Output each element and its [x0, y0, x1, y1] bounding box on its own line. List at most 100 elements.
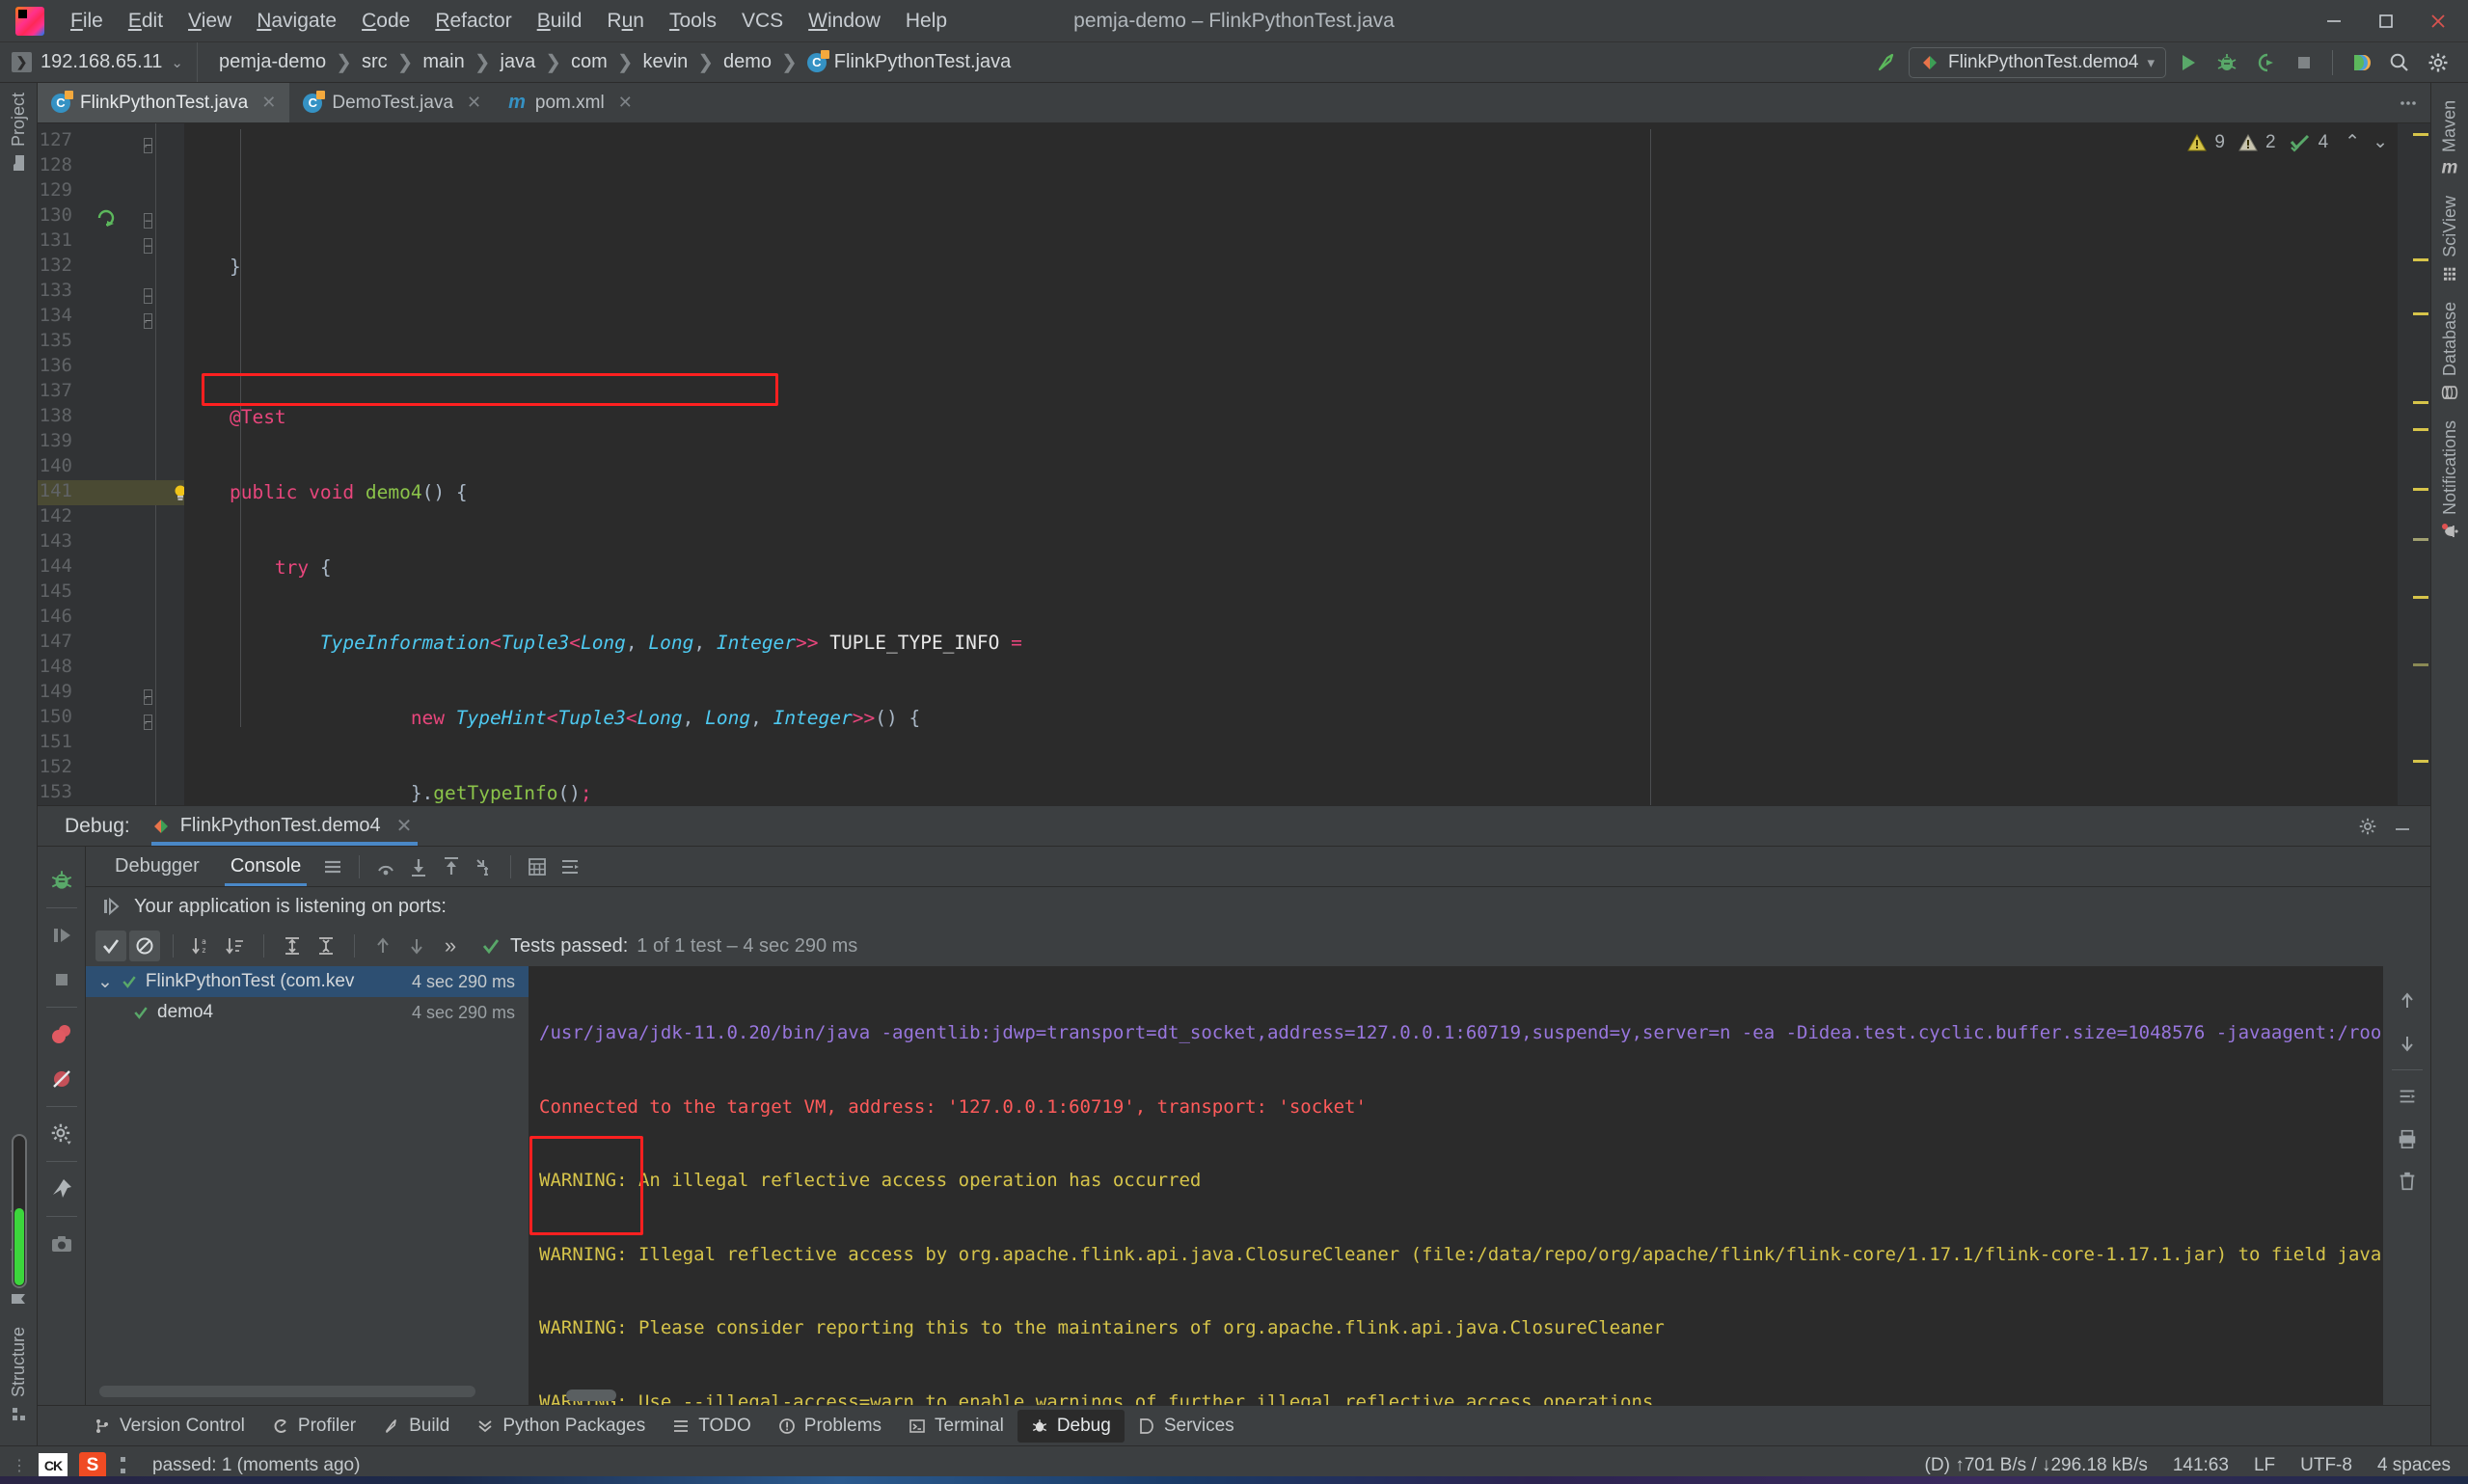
run-test-gutter-icon[interactable] — [95, 206, 117, 228]
minimize-button[interactable] — [2308, 0, 2360, 42]
close-icon[interactable]: ✕ — [618, 93, 633, 113]
run-button[interactable] — [2172, 46, 2205, 79]
tool-window-debug[interactable]: Debug — [1017, 1409, 1125, 1443]
expand-all-icon[interactable] — [277, 931, 308, 961]
close-icon[interactable]: ✕ — [261, 93, 276, 113]
debug-settings-icon[interactable] — [41, 1112, 82, 1156]
minimize-panel-button[interactable] — [2392, 816, 2413, 837]
close-icon[interactable]: ✕ — [467, 93, 481, 113]
close-icon[interactable]: ✕ — [396, 814, 413, 838]
previous-test-icon[interactable] — [367, 931, 398, 961]
sort-by-duration-icon[interactable] — [220, 931, 251, 961]
pin-tab-icon[interactable] — [41, 1167, 82, 1211]
chevron-down-icon[interactable]: ⌄ — [97, 971, 113, 993]
settings-button[interactable] — [2422, 46, 2454, 79]
scroll-up-icon[interactable] — [2388, 980, 2427, 1022]
tool-window-python-packages[interactable]: Python Packages — [463, 1410, 659, 1443]
tool-window-todo[interactable]: TODO — [659, 1410, 765, 1443]
inspections-widget[interactable]: 9 2 4 ⌃ ⌄ — [2186, 131, 2388, 153]
resume-program-icon[interactable] — [41, 913, 82, 958]
previous-problem-button[interactable]: ⌃ — [2345, 131, 2360, 153]
scrollbar[interactable] — [566, 1390, 616, 1401]
menu-vcs[interactable]: VCS — [729, 6, 796, 36]
menu-help[interactable]: Help — [893, 6, 960, 36]
table-row[interactable]: ⌄ FlinkPythonTest (com.kev 4 sec 290 ms — [86, 966, 529, 997]
editor-gutter[interactable]: 127 ⌐ 128 129 130 − 131− 132 133− 134 ⌐ 13… — [38, 123, 186, 805]
maximize-button[interactable] — [2360, 0, 2412, 42]
step-over-icon[interactable] — [369, 850, 402, 883]
run-to-cursor-icon[interactable] — [468, 850, 501, 883]
stop-button[interactable] — [2288, 46, 2320, 79]
line-separator[interactable]: LF — [2254, 1455, 2275, 1476]
file-encoding[interactable]: UTF-8 — [2300, 1455, 2352, 1476]
code-editor[interactable]: 127 ⌐ 128 129 130 − 131− 132 133− 134 ⌐ 13… — [38, 123, 2430, 805]
menu-bar[interactable]: File Edit View Navigate Code Refactor Bu… — [58, 6, 960, 36]
mute-breakpoints-icon[interactable] — [41, 1057, 82, 1101]
sidebar-item-maven[interactable]: m Maven — [2439, 91, 2460, 186]
sidebar-item-structure[interactable]: Structure — [9, 1317, 29, 1432]
menu-window[interactable]: Window — [796, 6, 893, 36]
step-out-icon[interactable] — [435, 850, 468, 883]
clear-all-icon[interactable] — [2388, 1160, 2427, 1202]
breadcrumb-item-7[interactable]: FlinkPythonTest.java — [801, 48, 1017, 76]
editor-tab-demotest[interactable]: DemoTest.java ✕ — [289, 83, 495, 122]
debugger-bug-icon[interactable] — [41, 858, 82, 903]
menu-refactor[interactable]: Refactor — [422, 6, 524, 36]
editor-tab-pomxml[interactable]: m pom.xml ✕ — [495, 83, 646, 122]
breadcrumb-item-1[interactable]: src — [356, 48, 393, 76]
breadcrumb-item-4[interactable]: com — [565, 48, 613, 76]
next-test-icon[interactable] — [401, 931, 432, 961]
tool-window-profiler[interactable]: Profiler — [258, 1410, 369, 1443]
console-output[interactable]: /usr/java/jdk-11.0.20/bin/java -agentlib… — [529, 966, 2382, 1405]
ime-indicator[interactable]: CK — [39, 1452, 68, 1478]
tool-window-problems[interactable]: Problems — [765, 1410, 895, 1443]
breadcrumb-item-0[interactable]: pemja-demo — [213, 48, 332, 76]
caret-position[interactable]: 141:63 — [2173, 1455, 2229, 1476]
breadcrumb-item-2[interactable]: main — [417, 48, 470, 76]
screenshot-icon[interactable] — [41, 1222, 82, 1266]
stop-icon[interactable] — [41, 958, 82, 1002]
menu-view[interactable]: View — [176, 6, 244, 36]
scroll-down-icon[interactable] — [2388, 1022, 2427, 1065]
code-text[interactable]: } @Test public void demo4() { try { Type… — [184, 123, 2398, 805]
sidebar-item-notifications[interactable]: Notifications — [2440, 411, 2460, 550]
tool-window-terminal[interactable]: Terminal — [895, 1410, 1017, 1443]
editor-tab-options-button[interactable] — [2398, 83, 2430, 122]
close-button[interactable] — [2412, 0, 2464, 42]
tab-debugger[interactable]: Debugger — [99, 847, 215, 886]
debug-button[interactable] — [2210, 46, 2243, 79]
indent-setting[interactable]: 4 spaces — [2377, 1455, 2451, 1476]
menu-edit[interactable]: Edit — [116, 6, 176, 36]
build-button[interactable] — [1870, 46, 1903, 79]
view-breakpoints-icon[interactable] — [41, 1012, 82, 1057]
network-indicator[interactable]: (D) ↑701 B/s / ↓296.18 kB/s — [1925, 1455, 2148, 1476]
breadcrumb-item-3[interactable]: java — [495, 48, 542, 76]
ime-engine-icon[interactable]: S — [79, 1451, 106, 1479]
breadcrumb-item-5[interactable]: kevin — [637, 48, 694, 76]
collapse-all-icon[interactable] — [311, 931, 341, 961]
editor-tab-flinkpythontest[interactable]: FlinkPythonTest.java ✕ — [38, 83, 290, 122]
more-actions-icon[interactable]: » — [435, 931, 466, 961]
soft-wrap-icon[interactable] — [554, 850, 586, 883]
sort-alphabetically-icon[interactable]: az — [186, 931, 217, 961]
ai-assistant-button[interactable] — [2345, 46, 2377, 79]
layout-settings-icon[interactable] — [316, 850, 349, 883]
table-row[interactable]: demo4 4 sec 290 ms — [86, 997, 529, 1028]
error-stripe-column[interactable] — [2398, 123, 2430, 805]
debug-session-tab[interactable]: FlinkPythonTest.demo4 ✕ — [150, 806, 419, 846]
menu-tools[interactable]: Tools — [657, 6, 729, 36]
step-into-icon[interactable] — [402, 850, 435, 883]
print-icon[interactable] — [2388, 1118, 2427, 1160]
tab-console[interactable]: Console — [215, 847, 316, 886]
search-button[interactable] — [2383, 46, 2416, 79]
tool-window-version-control[interactable]: Version Control — [80, 1410, 258, 1443]
menu-run[interactable]: Run — [594, 6, 657, 36]
sidebar-item-project[interactable]: Project — [9, 83, 29, 181]
test-results-tree[interactable]: ⌄ FlinkPythonTest (com.kev 4 sec 290 ms — [86, 966, 529, 1405]
breadcrumb-item-6[interactable]: demo — [718, 48, 777, 76]
collapse-icon[interactable] — [101, 897, 121, 916]
run-configuration-selector[interactable]: FlinkPythonTest.demo4 ▾ — [1908, 46, 2166, 78]
show-passed-toggle[interactable] — [95, 931, 126, 961]
scrollbar[interactable] — [99, 1386, 475, 1397]
settings-button[interactable] — [2357, 816, 2378, 837]
